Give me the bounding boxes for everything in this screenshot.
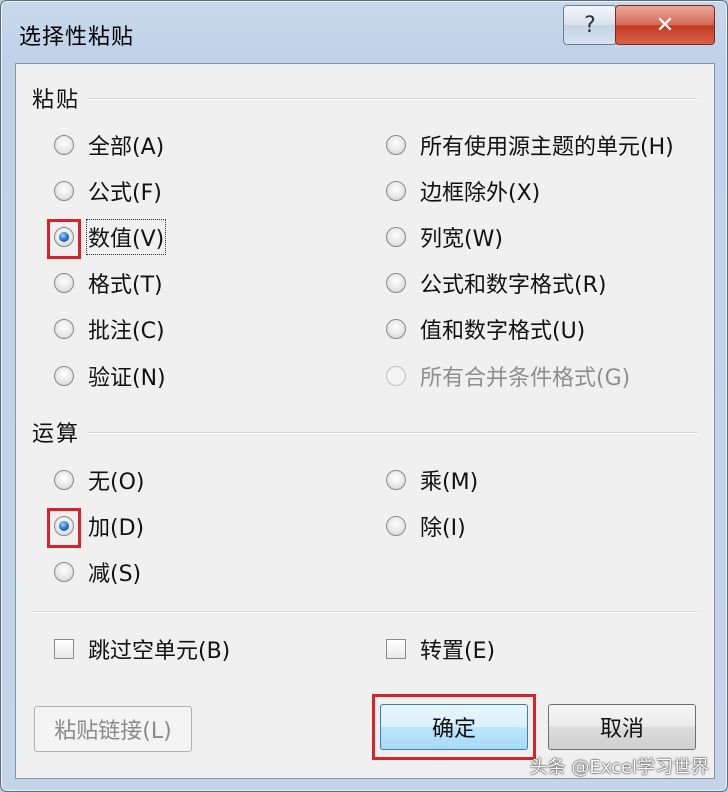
checkbox[interactable] (54, 639, 74, 659)
radio-button[interactable] (386, 181, 406, 201)
radio-paste-formulas[interactable]: 公式(F) (54, 176, 162, 206)
checkbox-label: 转置(E) (420, 639, 496, 664)
radio-op-multiply[interactable]: 乘(M) (386, 465, 478, 495)
radio-button-selected[interactable] (47, 219, 81, 259)
ok-button[interactable]: 确定 (380, 704, 528, 750)
radio-button[interactable] (386, 135, 406, 155)
operation-group-divider (88, 432, 698, 434)
option-label: 公式(F) (88, 181, 162, 206)
paste-group-divider (88, 98, 698, 100)
radio-op-none[interactable]: 无(O) (54, 465, 144, 495)
radio-op-divide[interactable]: 除(I) (386, 511, 466, 541)
title-bar: 选择性粘贴 ? ✕ (1, 1, 727, 63)
radio-button[interactable] (54, 319, 74, 339)
option-label: 值和数字格式(U) (420, 319, 586, 344)
radio-paste-all[interactable]: 全部(A) (54, 130, 164, 160)
radio-button[interactable] (54, 366, 74, 386)
option-label: 所有使用源主题的单元(H) (420, 135, 674, 160)
radio-paste-formats[interactable]: 格式(T) (54, 268, 163, 298)
option-label: 所有合并条件格式(G) (420, 366, 631, 391)
radio-button[interactable] (54, 470, 74, 490)
radio-paste-except-borders[interactable]: 边框除外(X) (386, 176, 540, 206)
paste-link-button: 粘贴链接(L) (34, 706, 192, 752)
highlight-box (47, 219, 81, 259)
option-label: 无(O) (88, 470, 145, 495)
radio-button[interactable] (386, 319, 406, 339)
highlight-box (47, 508, 81, 548)
radio-paste-values-number-formats[interactable]: 值和数字格式(U) (386, 314, 585, 344)
close-button[interactable]: ✕ (615, 5, 715, 45)
dialog-body: 粘贴 全部(A) 公式(F) 数值(V) 格式(T) 批注(C) 验证(N) 所… (15, 63, 715, 779)
checks-divider (32, 611, 698, 613)
radio-button[interactable] (54, 181, 74, 201)
close-icon: ✕ (655, 12, 675, 38)
option-label: 全部(A) (88, 135, 165, 160)
watermark-text: 头条 @Excel学习世界 (529, 757, 709, 778)
radio-button[interactable] (54, 135, 74, 155)
radio-button[interactable] (386, 273, 406, 293)
operation-group-title: 运算 (32, 422, 81, 447)
radio-button[interactable] (386, 227, 406, 247)
cancel-button[interactable]: 取消 (548, 704, 696, 750)
checkbox-label: 跳过空单元(B) (88, 639, 231, 664)
radio-paste-comments[interactable]: 批注(C) (54, 314, 165, 344)
option-label: 减(S) (88, 562, 142, 587)
radio-button[interactable] (54, 562, 74, 582)
option-label: 公式和数字格式(R) (420, 273, 607, 298)
option-label: 除(I) (420, 516, 466, 541)
option-label: 格式(T) (88, 273, 163, 298)
radio-op-add[interactable]: 加(D) (47, 508, 145, 548)
radio-paste-values[interactable]: 数值(V) (47, 219, 167, 259)
paste-special-dialog: 选择性粘贴 ? ✕ 粘贴 全部(A) 公式(F) 数值(V) 格式(T) 批注(… (0, 0, 728, 792)
radio-button-selected[interactable] (47, 508, 81, 548)
dialog-title: 选择性粘贴 (19, 25, 135, 50)
option-label: 数值(V) (85, 219, 167, 255)
help-button[interactable]: ? (563, 5, 617, 45)
checkbox[interactable] (386, 639, 406, 659)
help-icon: ? (584, 12, 596, 38)
radio-paste-all-source-theme[interactable]: 所有使用源主题的单元(H) (386, 130, 674, 160)
checkbox-transpose[interactable]: 转置(E) (386, 634, 495, 664)
option-label: 加(D) (88, 516, 145, 541)
radio-button[interactable] (386, 470, 406, 490)
checkbox-skip-blanks[interactable]: 跳过空单元(B) (54, 634, 230, 664)
option-label: 边框除外(X) (420, 181, 541, 206)
radio-button[interactable] (386, 516, 406, 536)
radio-paste-validation[interactable]: 验证(N) (54, 361, 166, 391)
radio-paste-merge-conditional-formats: 所有合并条件格式(G) (386, 361, 630, 391)
radio-paste-column-widths[interactable]: 列宽(W) (386, 222, 503, 252)
option-label: 列宽(W) (420, 227, 503, 252)
radio-button-disabled (386, 366, 406, 386)
radio-button[interactable] (54, 273, 74, 293)
radio-op-subtract[interactable]: 减(S) (54, 557, 141, 587)
paste-group-title: 粘贴 (32, 88, 81, 113)
radio-paste-formulas-number-formats[interactable]: 公式和数字格式(R) (386, 268, 606, 298)
option-label: 批注(C) (88, 319, 165, 344)
option-label: 验证(N) (88, 366, 166, 391)
option-label: 乘(M) (420, 470, 479, 495)
